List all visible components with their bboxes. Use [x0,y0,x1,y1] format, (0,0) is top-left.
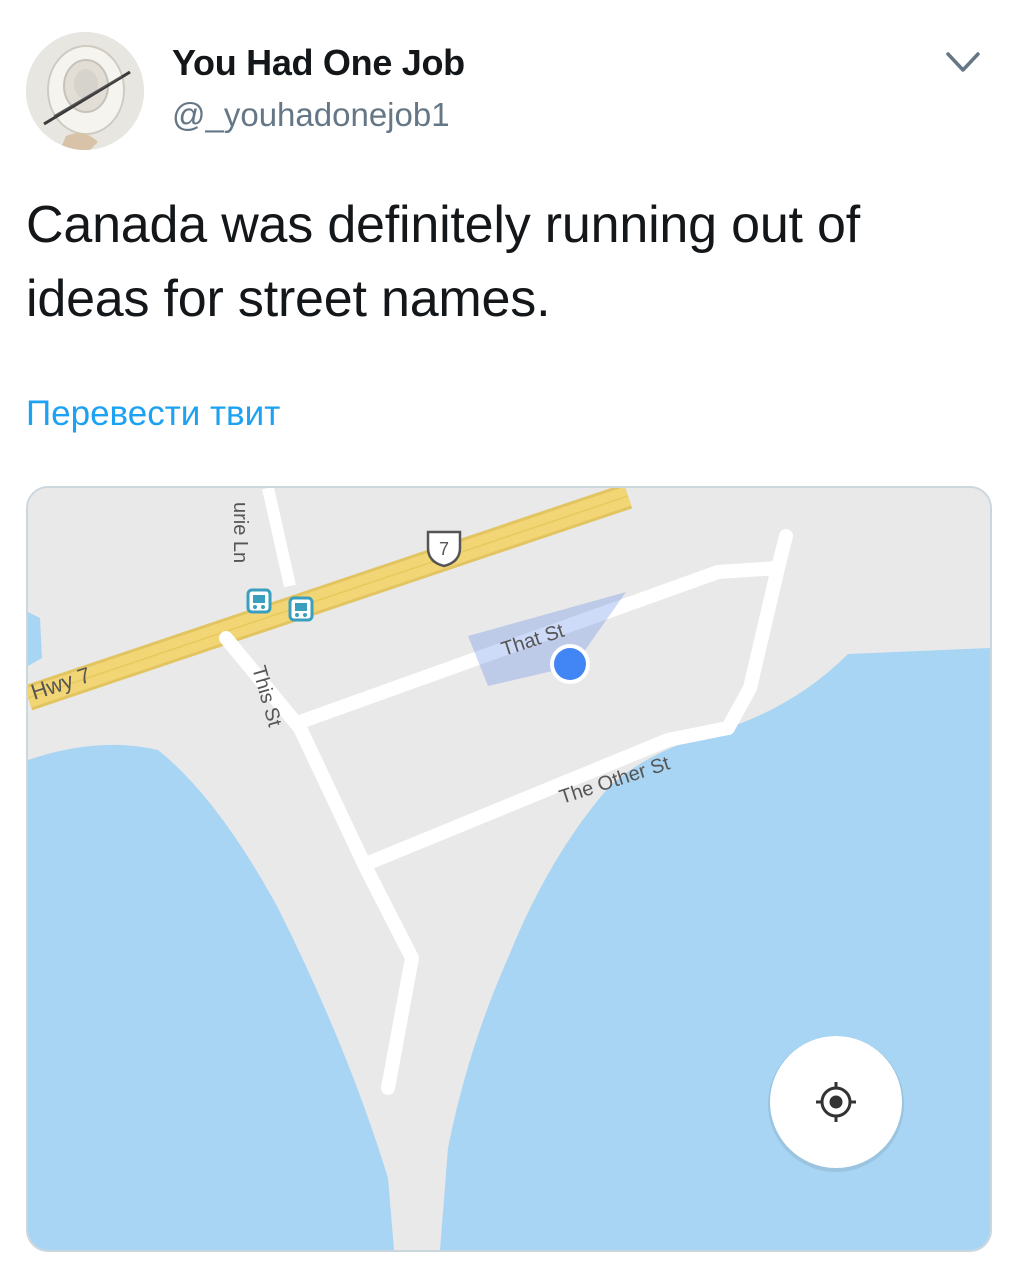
tweet-image-map[interactable]: 7 Hwy 7 urie Ln This St That St The Othe… [26,486,992,1252]
translate-tweet-link[interactable]: Перевести твит [26,394,280,434]
display-name[interactable]: You Had One Job [172,42,465,84]
highway-shield-number: 7 [439,539,449,559]
avatar[interactable] [26,32,144,150]
bus-stop-icon [288,596,314,622]
chevron-down-icon[interactable] [940,44,986,80]
partial-street-label: urie Ln [229,502,251,563]
tweet-text: Canada was definitely running out of ide… [26,196,861,328]
map-svg: 7 Hwy 7 urie Ln This St That St The Othe… [28,488,990,1250]
tweet-header: You Had One Job @_youhadonejob1 [0,0,1014,160]
highway-shield-icon: 7 [426,530,462,568]
my-location-button[interactable] [768,1036,904,1172]
bus-stop-icon [246,588,272,614]
user-handle[interactable]: @_youhadonejob1 [172,96,450,134]
avatar-toilet-image [26,32,144,150]
map-water-left-patch [28,612,42,666]
